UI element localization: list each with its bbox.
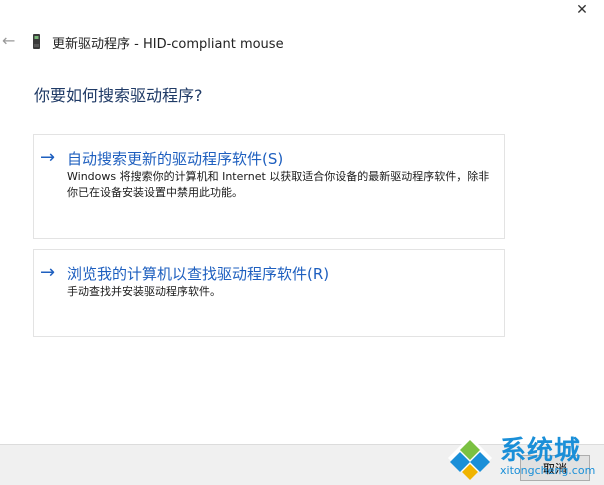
watermark-logo-icon (448, 436, 492, 480)
mouse-device-icon (33, 34, 40, 49)
arrow-right-icon: → (40, 147, 56, 168)
watermark: 系统城 xitongcheng.com (442, 428, 602, 482)
title-bar: ← 更新驱动程序 - HID-compliant mouse (0, 30, 560, 54)
watermark-title: 系统城 (500, 436, 582, 466)
option-description: Windows 将搜索你的计算机和 Internet 以获取适合你设备的最新驱动… (67, 170, 490, 199)
page-heading: 你要如何搜索驱动程序? (34, 86, 203, 105)
option-description: 手动查找并安装驱动程序软件。 (67, 285, 221, 298)
option-title[interactable]: 浏览我的计算机以查找驱动程序软件(R) (67, 263, 329, 284)
option-auto-search[interactable]: → 自动搜索更新的驱动程序软件(S) Windows 将搜索你的计算机和 Int… (33, 134, 505, 239)
back-arrow-icon[interactable]: ← (2, 32, 20, 50)
watermark-url: xitongcheng.com (500, 464, 596, 477)
option-title[interactable]: 自动搜索更新的驱动程序软件(S) (67, 148, 283, 169)
arrow-right-icon: → (40, 262, 56, 283)
close-icon[interactable]: ✕ (574, 2, 590, 18)
window-title: 更新驱动程序 - HID-compliant mouse (52, 37, 284, 52)
option-browse-computer[interactable]: → 浏览我的计算机以查找驱动程序软件(R) 手动查找并安装驱动程序软件。 (33, 249, 505, 337)
